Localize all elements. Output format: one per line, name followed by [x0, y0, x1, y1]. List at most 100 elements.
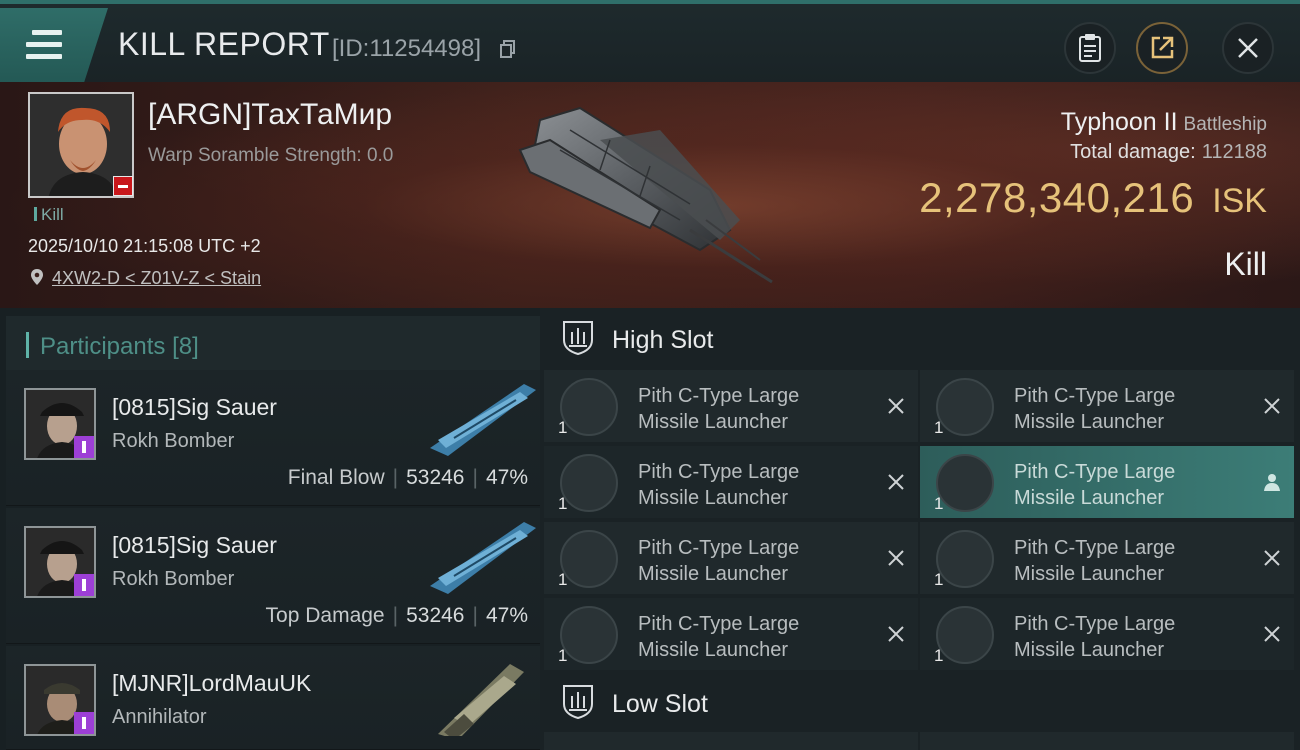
page-title: KILL REPORT — [118, 26, 330, 62]
low-slot-title: Low Slot — [612, 690, 708, 718]
total-damage-label: Total damage: — [1070, 141, 1196, 163]
module-quantity: 1 — [934, 646, 944, 665]
high-slot-header: High Slot — [540, 308, 1300, 368]
participant-row[interactable]: [MJNR]LordMauUK Annihilator — [6, 646, 540, 750]
hamburger-icon — [26, 30, 62, 66]
participant-ship-image — [430, 384, 536, 456]
participant-name: [MJNR]LordMauUK — [112, 670, 312, 696]
victim-ship-type: Typhoon II Battleship — [1061, 108, 1267, 137]
module-slot[interactable]: 1 Pith C-Type Large Missile Launcher — [920, 522, 1294, 594]
participant-stats: Top Damage | 53246 | 47% — [265, 604, 528, 627]
participant-damage: 53246 — [406, 604, 465, 627]
total-damage-value: 112188 — [1201, 141, 1267, 163]
participant-name: [0815]Sig Sauer — [112, 394, 277, 420]
warp-scramble-strength: Warp Soramble Strength: 0.0 — [148, 145, 394, 166]
hostile-status-badge — [113, 176, 133, 196]
participant-ship-image — [430, 522, 536, 594]
destroyed-icon — [888, 474, 904, 490]
participant-role: Final Blow — [287, 466, 385, 489]
module-slot[interactable]: 1 Pith C-Type Large Missile Launcher — [544, 598, 918, 670]
participant-percent: 47% — [485, 604, 528, 627]
module-name: Pith C-Type Large Missile Launcher — [1014, 461, 1176, 509]
module-name: Pith C-Type Large Missile Launcher — [638, 537, 800, 585]
missile-launcher-icon — [936, 606, 994, 664]
missile-launcher-icon — [936, 454, 994, 512]
menu-button[interactable] — [0, 8, 108, 82]
close-icon — [1238, 38, 1258, 58]
participant-damage: 53246 — [406, 466, 465, 489]
share-button[interactable] — [1136, 22, 1188, 74]
participants-panel: Participants [8] [0815]Sig Sauer Rokh Bo… — [0, 308, 540, 750]
destroyed-icon — [888, 626, 904, 642]
missile-launcher-icon — [560, 378, 618, 436]
module-name: Pith C-Type Large Missile Launcher — [638, 385, 800, 433]
participant-row[interactable]: [0815]Sig Sauer Rokh Bomber Top Damage | 5… — [6, 508, 540, 644]
kill-tag: Kill — [34, 205, 64, 225]
location-link[interactable]: 4XW2-D < Z01V-Z < Stain — [52, 268, 261, 289]
module-slot[interactable] — [920, 732, 1294, 750]
isk-unit: ISK — [1212, 182, 1267, 220]
module-name: Pith C-Type Large Missile Launcher — [1014, 613, 1176, 661]
share-icon — [1151, 36, 1174, 59]
participants-label: Participants — [40, 333, 166, 360]
destroyed-icon — [1264, 550, 1280, 566]
report-id: [ID:11254498] — [332, 35, 482, 62]
module-name: Pith C-Type Large Missile Launcher — [1014, 385, 1176, 433]
participants-title: Participants [8] — [40, 333, 199, 361]
kill-timestamp: 2025/10/10 21:15:08 UTC +2 — [28, 236, 261, 256]
module-slot[interactable] — [544, 732, 918, 750]
destroyed-icon — [1264, 398, 1280, 414]
module-slot[interactable]: 1 Pith C-Type Large Missile Launcher — [920, 370, 1294, 442]
destroyed-icon — [1264, 626, 1280, 642]
participants-header: Participants [8] — [6, 316, 540, 374]
module-slot-dropped[interactable]: 1 Pith C-Type Large Missile Launcher — [920, 446, 1294, 518]
participant-ship: Rokh Bomber — [112, 568, 235, 590]
low-slot-icon — [563, 685, 593, 720]
module-quantity: 1 — [934, 418, 944, 437]
module-slot[interactable]: 1 Pith C-Type Large Missile Launcher — [544, 522, 918, 594]
participant-percent: 47% — [485, 466, 528, 489]
module-quantity: 1 — [558, 570, 568, 589]
missile-launcher-icon — [560, 454, 618, 512]
location-pin-icon — [31, 269, 43, 285]
isk-value: 2,278,340,216 — [919, 174, 1195, 221]
module-quantity: 1 — [558, 418, 568, 437]
person-icon — [1264, 474, 1280, 491]
missile-launcher-icon — [936, 530, 994, 588]
missile-launcher-icon — [936, 378, 994, 436]
destroyed-icon — [888, 398, 904, 414]
ship-class: Battleship — [1183, 114, 1267, 135]
close-button[interactable] — [1222, 22, 1274, 74]
victim-name[interactable]: [ARGN]ТахТаМир — [148, 98, 392, 132]
module-slot[interactable]: 1 Pith C-Type Large Missile Launcher — [920, 598, 1294, 670]
top-bar: KILL REPORT [ID:11254498] — [0, 0, 1300, 82]
high-slot-title: High Slot — [612, 326, 714, 354]
missile-launcher-icon — [560, 530, 618, 588]
participant-stats: Final Blow | 53246 | 47% — [287, 466, 528, 489]
module-name: Pith C-Type Large Missile Launcher — [638, 461, 800, 509]
participants-count: [8] — [172, 333, 199, 360]
participant-ship: Annihilator — [112, 706, 207, 728]
clipboard-icon — [1079, 34, 1101, 62]
participant-ship: Rokh Bomber — [112, 430, 235, 452]
ship-name: Typhoon II — [1060, 108, 1178, 136]
module-quantity: 1 — [558, 494, 568, 513]
total-damage: Total damage: 112188 — [1070, 141, 1267, 164]
isk-loss: 2,278,340,216 ISK — [919, 174, 1267, 222]
module-quantity: 1 — [558, 646, 568, 665]
participant-name: [0815]Sig Sauer — [112, 532, 277, 558]
high-slot-icon — [563, 321, 593, 356]
module-slot[interactable]: 1 Pith C-Type Large Missile Launcher — [544, 370, 918, 442]
fitting-panel: High Slot 1 Pith C-Type Large Missile Lau… — [540, 308, 1300, 750]
report-button[interactable] — [1064, 22, 1116, 74]
copy-icon[interactable] — [500, 40, 516, 58]
corp-badge — [74, 436, 94, 458]
module-slot[interactable]: 1 Pith C-Type Large Missile Launcher — [544, 446, 918, 518]
participant-row[interactable]: [0815]Sig Sauer Rokh Bomber Final Blow | 5… — [6, 370, 540, 506]
corp-badge — [74, 712, 94, 734]
participant-ship-image — [438, 664, 524, 736]
low-slot-header: Low Slot — [540, 672, 1300, 732]
module-quantity: 1 — [934, 570, 944, 589]
module-name: Pith C-Type Large Missile Launcher — [638, 613, 800, 661]
result-label: Kill — [1224, 246, 1267, 282]
